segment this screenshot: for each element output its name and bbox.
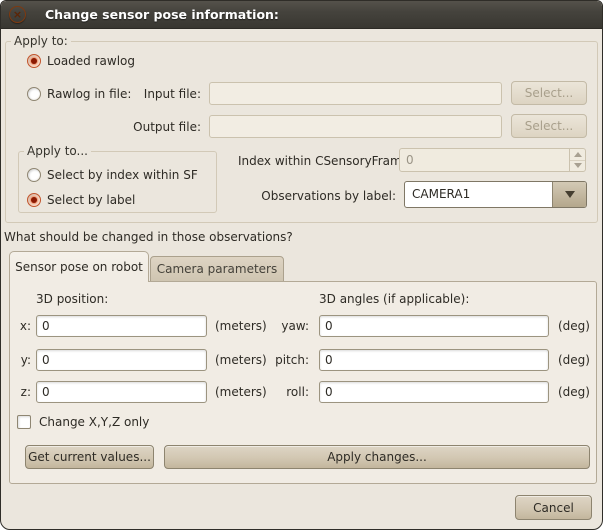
observations-combobox-value: CAMERA1: [412, 187, 470, 201]
apply-changes-button[interactable]: Apply changes...: [164, 445, 590, 469]
output-file-field[interactable]: [209, 115, 502, 138]
tab-sensor-pose[interactable]: Sensor pose on robot: [9, 251, 149, 282]
pitch-label: pitch:: [259, 353, 309, 367]
y-label: y:: [11, 353, 31, 367]
select-input-file-label: Select...: [525, 86, 573, 100]
change-xyz-label[interactable]: Change X,Y,Z only: [39, 415, 149, 429]
index-spinner[interactable]: 0: [399, 148, 586, 172]
input-file-field[interactable]: [209, 82, 502, 105]
cancel-button[interactable]: Cancel: [515, 495, 592, 520]
index-within-sf-label: Index within CSensoryFrame: [238, 154, 409, 168]
apply-changes-label: Apply changes...: [327, 450, 427, 464]
change-xyz-checkbox[interactable]: [17, 415, 31, 429]
cancel-label: Cancel: [533, 501, 574, 515]
yaw-unit: (deg): [558, 319, 590, 333]
radio-rawlog-in-file[interactable]: [27, 87, 41, 101]
spinner-down-icon[interactable]: [570, 161, 585, 172]
apply-to-legend: Apply to:: [11, 34, 71, 48]
yaw-field[interactable]: [319, 315, 549, 337]
position-header: 3D position:: [36, 292, 108, 306]
spinner-up-icon[interactable]: [570, 149, 585, 161]
yaw-label: yaw:: [259, 319, 309, 333]
select-output-file-label: Select...: [525, 119, 573, 133]
x-field[interactable]: [36, 315, 207, 337]
z-label: z:: [11, 385, 31, 399]
radio-select-by-label[interactable]: [27, 193, 41, 207]
roll-field[interactable]: [319, 381, 549, 403]
titlebar[interactable]: × Change sensor pose information:: [1, 1, 602, 29]
radio-select-by-index-label[interactable]: Select by index within SF: [47, 168, 198, 182]
tab-sensor-pose-label: Sensor pose on robot: [15, 260, 143, 274]
radio-rawlog-in-file-label[interactable]: Rawlog in file:: [47, 87, 131, 101]
observations-by-label-label: Observations by label:: [246, 189, 396, 203]
pitch-field[interactable]: [319, 349, 549, 371]
input-file-label: Input file:: [121, 87, 201, 101]
tab-camera-parameters-label: Camera parameters: [157, 262, 278, 276]
get-current-values-button[interactable]: Get current values...: [25, 445, 154, 469]
apply-to-inner-legend: Apply to...: [24, 144, 91, 158]
combobox-dropdown-button[interactable]: [552, 182, 586, 207]
angles-header: 3D angles (if applicable):: [319, 292, 469, 306]
select-input-file-button[interactable]: Select...: [511, 81, 587, 105]
observations-combobox[interactable]: CAMERA1: [404, 181, 587, 208]
x-label: x:: [11, 319, 31, 333]
chevron-down-icon: [565, 191, 575, 198]
dialog-window: × Change sensor pose information: Apply …: [0, 0, 603, 530]
y-field[interactable]: [36, 349, 207, 371]
index-spinner-value: 0: [406, 153, 414, 167]
question-label: What should be changed in those observat…: [4, 230, 293, 244]
z-field[interactable]: [36, 381, 207, 403]
radio-select-by-label-label[interactable]: Select by label: [47, 193, 135, 207]
radio-loaded-rawlog[interactable]: [27, 54, 41, 68]
roll-unit: (deg): [558, 385, 590, 399]
close-icon: ×: [13, 9, 22, 20]
radio-select-by-index[interactable]: [27, 168, 41, 182]
tab-camera-parameters[interactable]: Camera parameters: [150, 256, 284, 282]
pitch-unit: (deg): [558, 353, 590, 367]
get-current-values-label: Get current values...: [28, 450, 151, 464]
radio-loaded-rawlog-label[interactable]: Loaded rawlog: [47, 54, 135, 68]
output-file-label: Output file:: [121, 120, 201, 134]
roll-label: roll:: [259, 385, 309, 399]
select-output-file-button[interactable]: Select...: [511, 114, 587, 138]
close-button[interactable]: ×: [9, 6, 26, 23]
window-title: Change sensor pose information:: [45, 7, 279, 22]
